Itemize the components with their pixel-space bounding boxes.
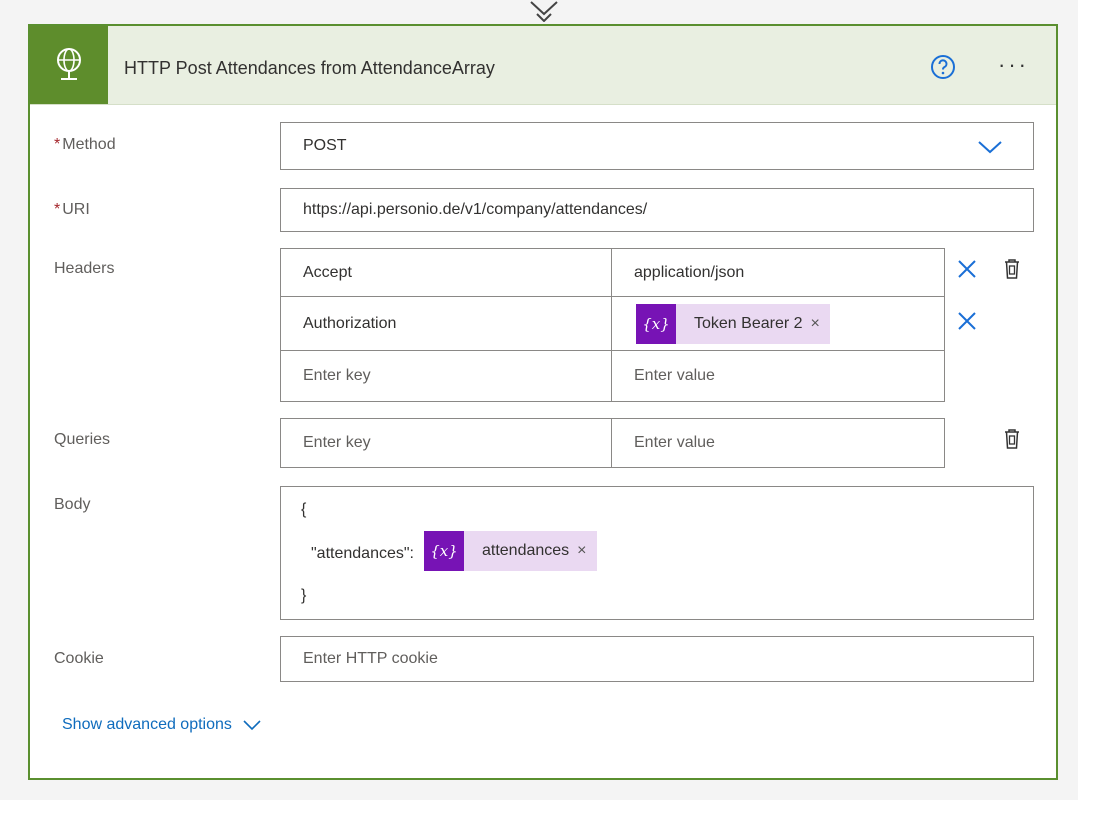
http-action-card: HTTP Post Attendances from AttendanceArr… bbox=[28, 24, 1058, 780]
trash-icon[interactable] bbox=[1002, 428, 1022, 450]
token-label: Token Bearer 2 bbox=[694, 315, 803, 332]
trash-icon[interactable] bbox=[1002, 258, 1022, 280]
remove-row-icon[interactable] bbox=[956, 310, 978, 332]
action-icon-box bbox=[30, 26, 108, 104]
body-field-name: "attendances": bbox=[311, 545, 414, 562]
chevron-down-icon bbox=[243, 720, 261, 731]
body-label: Body bbox=[54, 496, 91, 513]
method-select[interactable]: POST bbox=[280, 122, 1034, 170]
body-field-line: "attendances": {x} attendances × bbox=[311, 531, 597, 571]
method-label: * Method bbox=[54, 136, 116, 153]
expression-icon: {x} bbox=[636, 304, 676, 344]
header-value-input[interactable]: application/json bbox=[611, 248, 945, 298]
token-remove-icon[interactable]: × bbox=[577, 542, 596, 560]
dynamic-content-token[interactable]: {x} Token Bearer 2 × bbox=[636, 304, 830, 344]
required-mark: * bbox=[54, 201, 61, 218]
advanced-label: Show advanced options bbox=[62, 716, 232, 733]
body-open-brace: { bbox=[301, 501, 307, 518]
header-row-authorization: Authorization {x} Token Bearer 2 × bbox=[280, 296, 945, 352]
more-ellipsis-icon[interactable]: ··· bbox=[998, 52, 1029, 78]
action-title[interactable]: HTTP Post Attendances from AttendanceArr… bbox=[124, 58, 495, 79]
header-key-input[interactable]: Accept bbox=[280, 248, 613, 298]
remove-row-icon[interactable] bbox=[956, 258, 978, 280]
uri-value: https://api.personio.de/v1/company/atten… bbox=[303, 201, 648, 218]
header-row-accept: Accept application/json bbox=[280, 248, 945, 298]
header-row-new: Enter key Enter value bbox=[280, 350, 945, 402]
header-value-input[interactable]: Enter value bbox=[611, 350, 945, 402]
query-key-input[interactable]: Enter key bbox=[280, 418, 613, 468]
globe-icon bbox=[57, 48, 81, 80]
query-row-new: Enter key Enter value bbox=[280, 418, 945, 468]
cookie-label: Cookie bbox=[54, 650, 104, 667]
help-circle-icon[interactable] bbox=[930, 54, 956, 80]
method-value: POST bbox=[303, 137, 347, 154]
query-value-input[interactable]: Enter value bbox=[611, 418, 945, 468]
show-advanced-options-link[interactable]: Show advanced options bbox=[62, 716, 262, 734]
uri-label: * URI bbox=[54, 201, 90, 218]
queries-label: Queries bbox=[54, 431, 111, 448]
header-value-input[interactable]: {x} Token Bearer 2 × bbox=[611, 296, 945, 352]
body-close-brace: } bbox=[301, 587, 307, 604]
header-key-input[interactable]: Enter key bbox=[280, 350, 613, 402]
body-editor[interactable]: { "attendances": {x} attendances × } bbox=[280, 486, 1034, 620]
token-remove-icon[interactable]: × bbox=[811, 315, 830, 333]
flow-arrow-icon bbox=[530, 1, 558, 22]
chevron-down-icon[interactable] bbox=[977, 139, 1003, 155]
card-header[interactable]: HTTP Post Attendances from AttendanceArr… bbox=[30, 26, 1056, 105]
header-key-input[interactable]: Authorization bbox=[280, 296, 613, 352]
cookie-input[interactable]: Enter HTTP cookie bbox=[280, 636, 1034, 682]
headers-label: Headers bbox=[54, 260, 115, 277]
dynamic-content-token[interactable]: {x} attendances × bbox=[423, 531, 597, 571]
expression-icon: {x} bbox=[423, 531, 464, 571]
required-mark: * bbox=[54, 136, 61, 153]
uri-input[interactable]: https://api.personio.de/v1/company/atten… bbox=[280, 188, 1034, 232]
token-label: attendances bbox=[481, 542, 570, 559]
